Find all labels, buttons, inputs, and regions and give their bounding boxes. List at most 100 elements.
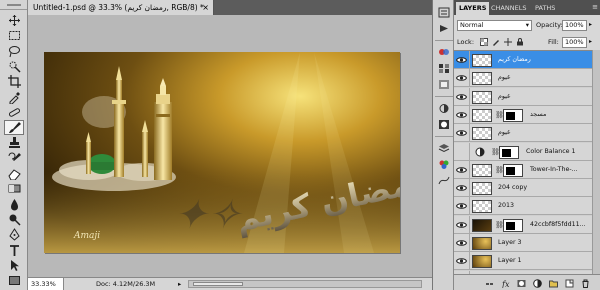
layers-vertical-scrollbar[interactable] — [592, 50, 600, 274]
layer-mask-thumbnail[interactable] — [499, 145, 519, 159]
path-select-tool-icon[interactable] — [4, 258, 24, 273]
layer-mask-thumbnail[interactable] — [503, 218, 523, 232]
panel-menu-icon[interactable]: ≡ — [592, 3, 598, 11]
paths-panel-icon[interactable] — [436, 174, 452, 187]
document-tab[interactable]: Untitled-1.psd @ 33.3% (رمضان كريم, RGB/… — [28, 0, 214, 15]
clone-stamp-tool-icon[interactable] — [4, 135, 24, 150]
scroll-thumb[interactable] — [193, 282, 243, 286]
add-mask-icon[interactable] — [516, 278, 526, 288]
layer-thumbnail[interactable] — [472, 237, 492, 250]
channels-panel-icon[interactable] — [436, 158, 452, 171]
layers-list[interactable]: رمضان كريم غيوم غيوم ⛓ مسجد غيوم ⛓ Color Balanc… — [454, 50, 600, 274]
lock-position-icon[interactable] — [503, 37, 512, 46]
shape-tool-icon[interactable] — [4, 273, 24, 288]
healing-brush-tool-icon[interactable] — [4, 105, 24, 120]
visibility-eye-icon[interactable] — [454, 179, 470, 198]
trash-icon[interactable] — [580, 278, 590, 288]
masks-panel-icon[interactable] — [436, 118, 452, 131]
actions-panel-icon[interactable] — [436, 22, 452, 35]
adjustment-layer-icon[interactable] — [532, 278, 542, 288]
visibility-eye-icon[interactable] — [454, 197, 470, 216]
layer-row[interactable]: Layer 1 — [454, 252, 600, 271]
marquee-tool-icon[interactable] — [4, 28, 24, 43]
layer-style-icon[interactable]: fx — [500, 278, 510, 288]
tab-channels[interactable]: CHANNELS — [488, 2, 529, 15]
blend-mode-select[interactable]: Normal ▾ — [457, 20, 532, 31]
artwork-canvas[interactable]: ✦✧ رمضان كريم Amaji — [44, 52, 400, 253]
visibility-eye-icon[interactable] — [454, 124, 470, 143]
swatches-panel-icon[interactable] — [436, 62, 452, 75]
layer-row[interactable]: ⛓ Tower-In-The-... — [454, 160, 600, 179]
lasso-tool-icon[interactable] — [4, 44, 24, 59]
brush-tool-icon[interactable] — [4, 120, 24, 136]
layer-row[interactable]: 2013 — [454, 197, 600, 216]
visibility-eye-icon[interactable] — [454, 105, 470, 124]
document-size-info[interactable]: Doc: 4.12M/26.3M — [96, 278, 155, 290]
color-balance-adjustment-icon[interactable] — [473, 146, 487, 159]
visibility-eye-icon[interactable] — [454, 160, 470, 179]
gradient-tool-icon[interactable] — [4, 181, 24, 196]
layer-thumbnail[interactable] — [472, 54, 492, 67]
visibility-eye-icon[interactable] — [454, 51, 470, 69]
lock-pixels-icon[interactable] — [491, 37, 500, 46]
layer-row[interactable]: رمضان كريم — [454, 51, 600, 69]
history-brush-tool-icon[interactable] — [4, 151, 24, 166]
fill-field[interactable]: 100% — [562, 37, 587, 48]
color-panel-icon[interactable] — [436, 46, 452, 59]
opacity-field[interactable]: 100% — [562, 20, 587, 31]
layer-thumbnail[interactable] — [472, 108, 492, 122]
layer-row[interactable]: Layer 3 — [454, 234, 600, 252]
zoom-level-field[interactable]: 33.33% — [28, 278, 64, 290]
layer-row[interactable]: غيوم — [454, 124, 600, 143]
visibility-eye-icon[interactable] — [454, 215, 470, 234]
blur-tool-icon[interactable] — [4, 197, 24, 212]
eyedropper-tool-icon[interactable] — [4, 90, 24, 105]
canvas-area[interactable]: ✦✧ رمضان كريم Amaji — [28, 15, 432, 277]
layer-row[interactable]: 204 copy — [454, 179, 600, 198]
layer-row[interactable]: ⛓ مسجد — [454, 105, 600, 124]
layer-thumbnail[interactable] — [472, 255, 492, 269]
dodge-tool-icon[interactable] — [4, 212, 24, 227]
type-tool-icon[interactable] — [4, 243, 24, 258]
layer-thumbnail[interactable] — [472, 72, 492, 86]
visibility-eye-icon[interactable] — [454, 142, 470, 161]
visibility-eye-icon[interactable] — [454, 252, 470, 271]
visibility-eye-icon[interactable] — [454, 234, 470, 252]
tab-layers[interactable]: LAYERS — [456, 2, 490, 15]
visibility-eye-icon[interactable] — [454, 87, 470, 106]
eraser-tool-icon[interactable] — [4, 166, 24, 181]
toolbar-grip[interactable] — [0, 0, 27, 10]
new-layer-icon[interactable] — [564, 278, 574, 288]
opacity-slider-arrow[interactable]: ▸ — [589, 21, 592, 28]
layers-panel-icon[interactable] — [436, 142, 452, 155]
adjustments-panel-icon[interactable] — [436, 102, 452, 115]
layer-thumbnail[interactable] — [472, 90, 492, 104]
move-tool-icon[interactable] — [4, 13, 24, 28]
layer-thumbnail[interactable] — [472, 182, 492, 196]
layer-mask-thumbnail[interactable] — [503, 108, 523, 122]
history-panel-icon[interactable] — [436, 6, 452, 19]
quick-select-tool-icon[interactable] — [4, 59, 24, 74]
layer-row[interactable]: غيوم — [454, 87, 600, 106]
close-icon[interactable]: × — [202, 0, 209, 15]
layer-row[interactable]: غيوم — [454, 69, 600, 88]
layer-thumbnail[interactable] — [472, 163, 492, 177]
styles-panel-icon[interactable] — [436, 78, 452, 91]
layer-thumbnail[interactable] — [472, 127, 492, 141]
status-menu-arrow[interactable]: ▸ — [178, 278, 181, 290]
layer-row[interactable]: ⛓ 42ccbf8f5fdd11... — [454, 215, 600, 234]
link-layers-icon[interactable] — [484, 278, 494, 288]
pen-tool-icon[interactable] — [4, 227, 24, 242]
lock-all-icon[interactable] — [515, 37, 524, 46]
visibility-eye-icon[interactable] — [454, 69, 470, 88]
crop-tool-icon[interactable] — [4, 74, 24, 89]
layer-thumbnail[interactable] — [472, 200, 492, 214]
fill-slider-arrow[interactable]: ▸ — [589, 38, 592, 45]
layer-row[interactable]: ⛓ Color Balance 1 — [454, 142, 600, 161]
horizontal-scrollbar[interactable] — [188, 280, 422, 288]
layer-mask-thumbnail[interactable] — [503, 163, 523, 177]
tab-paths[interactable]: PATHS — [532, 2, 558, 15]
lock-transparent-icon[interactable] — [479, 37, 488, 46]
layer-thumbnail[interactable] — [472, 218, 492, 232]
new-group-icon[interactable] — [548, 278, 558, 288]
